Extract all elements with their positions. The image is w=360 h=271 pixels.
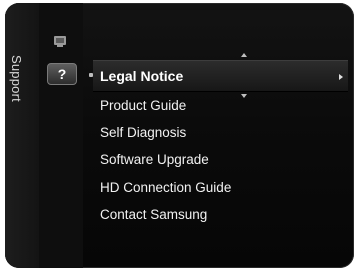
help-question-icon[interactable]: ? xyxy=(47,63,77,85)
chevron-right-icon xyxy=(339,74,343,80)
support-menu-panel: Support ? Legal Notice Product Guide Sel… xyxy=(5,3,354,268)
settings-small-icon[interactable] xyxy=(53,34,67,48)
menu-item-product-guide[interactable]: Product Guide xyxy=(100,98,186,113)
menu-item-legal-notice[interactable]: Legal Notice xyxy=(93,60,348,92)
sidebar: Support xyxy=(5,3,40,268)
help-glyph: ? xyxy=(57,66,67,82)
menu-item-software-upgrade[interactable]: Software Upgrade xyxy=(100,152,209,167)
scroll-down-arrow-icon[interactable] xyxy=(241,94,247,98)
menu-item-self-diagnosis[interactable]: Self Diagnosis xyxy=(100,125,186,140)
menu-item-contact-samsung[interactable]: Contact Samsung xyxy=(100,207,207,222)
sidebar-title: Support xyxy=(9,55,24,102)
menu-item-hd-connection-guide[interactable]: HD Connection Guide xyxy=(100,180,231,195)
scroll-up-arrow-icon[interactable] xyxy=(241,53,247,57)
menu-item-label: Legal Notice xyxy=(100,68,184,84)
